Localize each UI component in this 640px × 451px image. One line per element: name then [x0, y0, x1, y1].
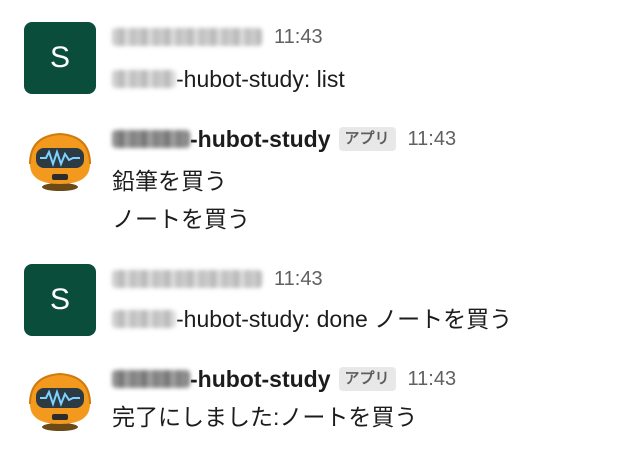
robot-icon	[29, 372, 91, 431]
message-line: 鉛筆を買う	[112, 168, 227, 194]
app-badge: アプリ	[338, 127, 396, 151]
timestamp[interactable]: 11:43	[274, 26, 323, 49]
message-text: -hubot-study: list	[112, 64, 345, 94]
message-text: -hubot-study: done ノートを買う	[112, 304, 512, 334]
timestamp[interactable]: 11:43	[408, 368, 457, 391]
redacted-mention	[112, 70, 176, 88]
avatar-letter: S	[49, 41, 70, 74]
message-text-suffix: -hubot-study: done ノートを買う	[176, 306, 513, 332]
redacted-botname	[112, 130, 190, 148]
message-header: 11:43	[112, 264, 323, 294]
message-line: 完了にしました:ノートを買う	[112, 404, 418, 430]
robot-icon	[29, 132, 91, 191]
message-line: ノートを買う	[112, 206, 250, 232]
message-header: -hubot-study アプリ 11:43	[112, 124, 456, 154]
bot-name[interactable]: -hubot-study	[190, 126, 331, 153]
app-badge: アプリ	[338, 367, 396, 391]
avatar[interactable]: S	[24, 264, 96, 336]
avatar-letter: S	[49, 283, 70, 316]
timestamp[interactable]: 11:43	[408, 128, 457, 151]
bot-avatar[interactable]	[24, 124, 96, 196]
avatar[interactable]: S	[24, 22, 96, 94]
message-header: 11:43	[112, 22, 323, 52]
redacted-username	[112, 270, 262, 288]
timestamp[interactable]: 11:43	[274, 268, 323, 291]
bot-avatar[interactable]	[24, 364, 96, 436]
message-header: -hubot-study アプリ 11:43	[112, 364, 456, 394]
redacted-mention	[112, 310, 176, 328]
chat-message-list: S 11:43 -hubot-study: list -hubot-study	[0, 0, 640, 451]
redacted-username	[112, 28, 262, 46]
redacted-botname	[112, 370, 190, 388]
message-text-suffix: -hubot-study: list	[176, 66, 345, 92]
bot-name[interactable]: -hubot-study	[190, 366, 331, 393]
